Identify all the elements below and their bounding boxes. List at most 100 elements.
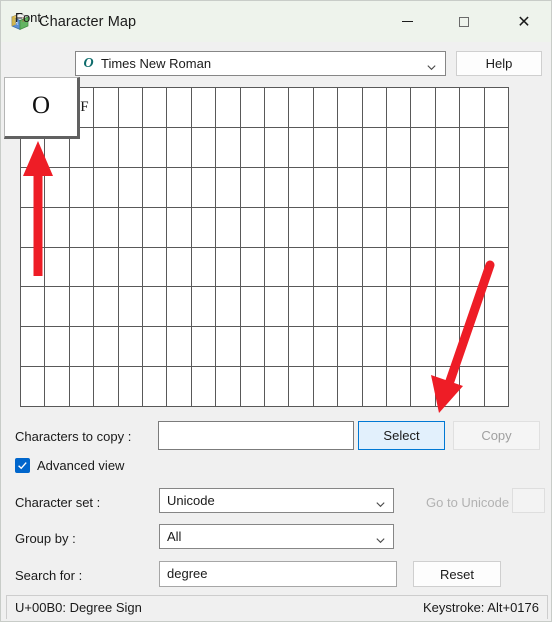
character-cell[interactable] (191, 88, 216, 127)
character-cell[interactable] (69, 367, 94, 406)
character-cell[interactable] (264, 367, 289, 406)
character-cell[interactable] (191, 247, 216, 287)
character-cell[interactable] (191, 367, 216, 406)
character-cell[interactable] (94, 367, 118, 406)
character-cell[interactable] (313, 287, 338, 327)
character-cell[interactable] (191, 287, 216, 327)
character-cell[interactable] (142, 167, 167, 207)
character-cell[interactable] (338, 167, 362, 207)
character-cell[interactable] (411, 207, 435, 247)
character-cell[interactable] (240, 247, 264, 287)
character-cell[interactable] (45, 327, 69, 367)
character-cell[interactable] (362, 207, 386, 247)
character-cell[interactable] (240, 207, 264, 247)
font-select[interactable]: O Times New Roman (75, 51, 446, 76)
character-cell[interactable] (338, 247, 362, 287)
character-cell[interactable] (94, 88, 118, 127)
character-cell[interactable] (386, 367, 411, 406)
character-cell[interactable] (411, 287, 435, 327)
character-cell[interactable] (118, 247, 142, 287)
group-by-select[interactable]: All (159, 524, 394, 549)
character-cell[interactable] (460, 247, 484, 287)
character-cell[interactable] (313, 167, 338, 207)
minimize-button[interactable] (384, 1, 430, 42)
character-cell[interactable] (338, 327, 362, 367)
character-cell[interactable] (216, 127, 240, 167)
character-cell[interactable] (264, 287, 289, 327)
character-cell[interactable] (289, 167, 313, 207)
character-cell[interactable] (264, 207, 289, 247)
character-cell[interactable] (240, 88, 264, 127)
character-cell[interactable] (484, 247, 508, 287)
character-cell[interactable] (118, 287, 142, 327)
character-cell[interactable] (69, 327, 94, 367)
character-cell[interactable] (21, 287, 45, 327)
character-cell[interactable] (118, 127, 142, 167)
character-cell[interactable] (435, 207, 460, 247)
character-cell[interactable] (240, 167, 264, 207)
character-cell[interactable] (362, 327, 386, 367)
character-cell[interactable] (167, 167, 191, 207)
character-cell[interactable] (69, 167, 94, 207)
character-cell[interactable] (167, 327, 191, 367)
character-cell[interactable] (362, 247, 386, 287)
character-cell[interactable] (142, 327, 167, 367)
select-button[interactable]: Select (358, 421, 445, 450)
character-cell[interactable] (484, 207, 508, 247)
character-cell[interactable] (216, 247, 240, 287)
character-cell[interactable] (362, 127, 386, 167)
character-cell[interactable] (142, 287, 167, 327)
character-cell[interactable] (191, 127, 216, 167)
character-cell[interactable] (94, 287, 118, 327)
copy-button[interactable]: Copy (453, 421, 540, 450)
character-cell[interactable] (216, 287, 240, 327)
character-cell[interactable] (21, 167, 45, 207)
character-cell[interactable] (45, 247, 69, 287)
character-cell[interactable] (411, 88, 435, 127)
character-cell[interactable] (118, 327, 142, 367)
character-cell[interactable] (142, 127, 167, 167)
character-cell[interactable] (94, 247, 118, 287)
character-cell[interactable] (484, 167, 508, 207)
character-cell[interactable] (191, 207, 216, 247)
character-cell[interactable] (411, 167, 435, 207)
character-cell[interactable] (21, 367, 45, 406)
character-cell[interactable] (216, 367, 240, 406)
character-cell[interactable] (191, 167, 216, 207)
character-cell[interactable] (69, 207, 94, 247)
character-cell[interactable] (484, 127, 508, 167)
character-cell[interactable] (216, 167, 240, 207)
character-cell[interactable] (289, 327, 313, 367)
character-cell[interactable] (167, 367, 191, 406)
character-cell[interactable] (142, 367, 167, 406)
character-cell[interactable] (484, 367, 508, 406)
character-cell[interactable] (313, 327, 338, 367)
character-cell[interactable] (435, 88, 460, 127)
character-grid-container[interactable]: °F (20, 87, 509, 407)
character-cell[interactable] (45, 287, 69, 327)
character-cell[interactable] (313, 127, 338, 167)
character-grid[interactable]: °F (20, 87, 509, 407)
character-cell[interactable] (338, 287, 362, 327)
character-cell[interactable] (411, 367, 435, 406)
character-cell[interactable] (240, 287, 264, 327)
character-cell[interactable] (460, 88, 484, 127)
character-cell[interactable] (289, 287, 313, 327)
character-cell[interactable] (435, 327, 460, 367)
go-to-unicode-input[interactable] (512, 488, 545, 513)
character-cell[interactable] (386, 287, 411, 327)
character-cell[interactable] (69, 247, 94, 287)
character-cell[interactable] (313, 207, 338, 247)
reset-button[interactable]: Reset (413, 561, 501, 587)
character-cell[interactable] (45, 367, 69, 406)
character-cell[interactable] (338, 127, 362, 167)
character-cell[interactable] (142, 207, 167, 247)
character-set-select[interactable]: Unicode (159, 488, 394, 513)
character-cell[interactable] (118, 88, 142, 127)
character-cell[interactable] (21, 207, 45, 247)
character-cell[interactable] (460, 127, 484, 167)
character-cell[interactable] (216, 207, 240, 247)
character-cell[interactable] (94, 167, 118, 207)
character-cell[interactable] (118, 367, 142, 406)
close-button[interactable]: ✕ (501, 1, 547, 42)
